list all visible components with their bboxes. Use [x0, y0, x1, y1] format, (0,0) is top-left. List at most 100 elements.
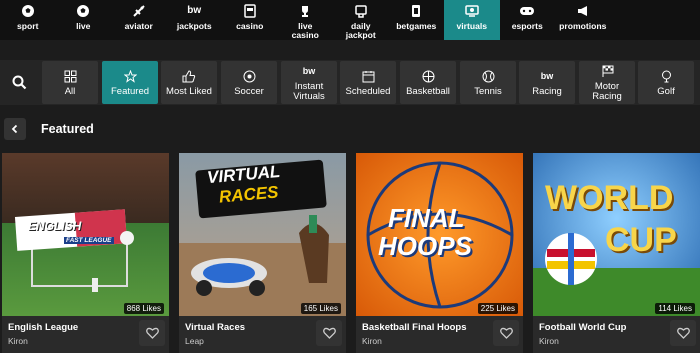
- nav-jackpots[interactable]: bw jackpots: [167, 0, 223, 40]
- basketball-icon: [422, 68, 435, 84]
- gamepad-icon: [519, 3, 535, 19]
- chevron-left-icon: [11, 124, 18, 134]
- nav-label: live: [76, 21, 91, 31]
- category-label: Most Liked: [166, 86, 212, 97]
- megaphone-icon: [576, 3, 590, 19]
- category-basketball[interactable]: Basketball: [400, 61, 456, 104]
- heart-icon: [676, 327, 690, 339]
- nav-aviator[interactable]: aviator: [111, 0, 167, 40]
- nav-promotions[interactable]: promotions: [555, 0, 611, 40]
- soccer-ball-icon: [21, 3, 35, 19]
- likes-count: 114 Likes: [655, 303, 695, 314]
- nav-betgames[interactable]: betgames: [389, 0, 445, 40]
- game-thumbnail: ENGLISH FAST LEAGUE: [2, 153, 169, 316]
- game-provider: Kiron: [539, 336, 559, 346]
- game-thumbnail: VIRTUAL RACES: [179, 153, 346, 316]
- bw-logo-icon: bw: [187, 5, 202, 16]
- nav-label: virtuals: [456, 21, 488, 31]
- likes-count: 868 Likes: [123, 303, 164, 314]
- category-soccer[interactable]: Soccer: [221, 61, 277, 104]
- game-name: Football World Cup: [539, 322, 627, 333]
- category-label: Tennis: [474, 86, 502, 97]
- category-label: Motor Racing: [592, 81, 622, 102]
- nav-sport[interactable]: sport: [0, 0, 56, 40]
- game-art-title: ENGLISH: [28, 219, 82, 233]
- category-golf[interactable]: Golf: [638, 61, 694, 104]
- spacer: [0, 40, 700, 60]
- cards-icon: [410, 3, 422, 19]
- category-label: All: [64, 86, 76, 97]
- game-art-subtitle: CUP: [605, 221, 677, 259]
- category-label: Instant Virtuals: [293, 81, 325, 102]
- nav-label: esports: [511, 21, 543, 31]
- heart-icon: [145, 327, 159, 339]
- plane-icon: [132, 3, 146, 19]
- game-name: Basketball Final Hoops: [362, 322, 467, 333]
- favorite-button[interactable]: [493, 320, 519, 346]
- category-instant-virtuals[interactable]: bw Instant Virtuals: [281, 61, 337, 104]
- nav-label: sport: [17, 21, 39, 31]
- search-button[interactable]: [0, 60, 38, 105]
- category-scheduled[interactable]: Scheduled: [340, 61, 396, 104]
- game-card-final-hoops[interactable]: FINAL HOOPS 225 Likes Basketball Final H…: [356, 153, 523, 353]
- heart-icon: [499, 327, 513, 339]
- nav-esports[interactable]: esports: [500, 0, 556, 40]
- category-tennis[interactable]: Tennis: [460, 61, 516, 104]
- nav-casino[interactable]: casino: [222, 0, 278, 40]
- favorite-button[interactable]: [316, 320, 342, 346]
- nav-daily-jackpot[interactable]: daily jackpot: [333, 0, 389, 40]
- jackpot-icon: [354, 3, 368, 19]
- game-card-world-cup[interactable]: WORLD CUP 114 Likes Football World Cup K…: [533, 153, 700, 353]
- tennis-ball-icon: [482, 68, 495, 84]
- nav-label: promotions: [559, 21, 607, 31]
- bw-logo-icon: bw: [540, 71, 554, 81]
- category-label: Featured: [110, 86, 150, 97]
- category-label: Golf: [657, 86, 675, 97]
- game-art-subtitle: FAST LEAGUE: [64, 237, 114, 244]
- game-art-title: WORLD: [545, 179, 674, 217]
- category-motor-racing[interactable]: Motor Racing: [579, 61, 635, 104]
- nav-live-casino[interactable]: live casino: [278, 0, 334, 40]
- game-provider: Kiron: [362, 336, 382, 346]
- nav-label: aviator: [124, 21, 153, 31]
- game-thumbnail: WORLD CUP: [533, 153, 700, 316]
- favorite-button[interactable]: [670, 320, 696, 346]
- game-name: Virtual Races: [185, 322, 246, 333]
- game-thumbnail: FINAL HOOPS: [356, 153, 523, 316]
- game-name: English League: [8, 322, 79, 333]
- category-label: Racing: [532, 86, 562, 97]
- grid-icon: [64, 68, 77, 84]
- category-bar: All Featured Most Liked Soccer bw Instan…: [0, 60, 700, 105]
- calendar-icon: [362, 68, 375, 84]
- top-navigation: sport live aviator bw jackpots casino li…: [0, 0, 700, 40]
- game-art-subtitle: HOOPS: [378, 231, 472, 261]
- section-header: Featured: [0, 105, 700, 151]
- category-featured[interactable]: Featured: [102, 61, 158, 104]
- category-most-liked[interactable]: Most Liked: [161, 61, 217, 104]
- likes-count: 165 Likes: [300, 303, 341, 314]
- game-art-title: FINAL: [388, 203, 465, 233]
- back-button[interactable]: [4, 118, 26, 140]
- category-all[interactable]: All: [42, 61, 98, 104]
- screen-icon: [465, 3, 479, 19]
- category-label: Basketball: [406, 86, 450, 97]
- checkered-flag-icon: [601, 63, 614, 79]
- golf-icon: [660, 68, 673, 84]
- game-card-english-league[interactable]: ENGLISH FAST LEAGUE 868 Likes English Le…: [2, 153, 169, 353]
- nav-label: live casino: [291, 21, 319, 40]
- soccer-ball-icon: [243, 68, 256, 84]
- nav-live[interactable]: live: [56, 0, 112, 40]
- category-racing[interactable]: bw Racing: [519, 61, 575, 104]
- favorite-button[interactable]: [139, 320, 165, 346]
- game-card-virtual-races[interactable]: VIRTUAL RACES 165 Likes Virtual Races Le…: [179, 153, 346, 353]
- game-provider: Leap: [185, 336, 204, 346]
- star-icon: [123, 68, 137, 84]
- nav-label: daily jackpot: [345, 21, 376, 40]
- nav-virtuals[interactable]: virtuals: [444, 0, 500, 40]
- nav-label: jackpots: [176, 21, 212, 31]
- thumbs-up-icon: [182, 68, 196, 84]
- likes-count: 225 Likes: [477, 303, 518, 314]
- nav-label: casino: [236, 21, 264, 31]
- game-provider: Kiron: [8, 336, 28, 346]
- trophy-icon: [298, 3, 312, 19]
